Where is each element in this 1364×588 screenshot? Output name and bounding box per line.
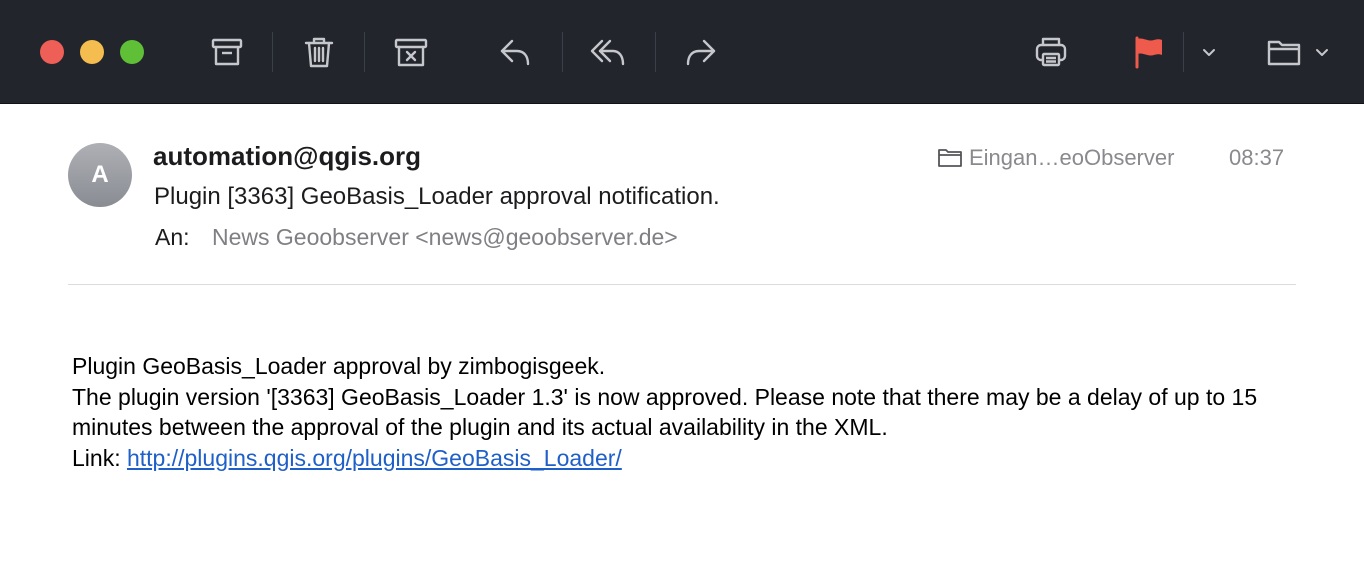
reply-all-icon	[590, 39, 625, 66]
maximize-window-button[interactable]	[120, 40, 144, 64]
print-icon	[1035, 37, 1067, 67]
header-divider	[68, 284, 1296, 285]
link-label: Link:	[72, 444, 127, 471]
toolbar-separator	[655, 32, 656, 72]
mailbox-name: Eingan…eoObserver	[969, 145, 1175, 170]
toolbar-separator	[364, 32, 365, 72]
chevron-down-icon	[1316, 49, 1328, 56]
forward-button[interactable]	[679, 30, 723, 74]
junk-button[interactable]	[389, 30, 433, 74]
reply-all-button[interactable]	[586, 30, 630, 74]
reply-button[interactable]	[493, 30, 537, 74]
flag-icon	[1135, 36, 1162, 69]
avatar-initial: A	[91, 161, 109, 188]
folder-icon	[938, 149, 962, 167]
body-paragraph: The plugin version '[3363] GeoBasis_Load…	[72, 383, 1258, 441]
toolbar-separator	[562, 32, 563, 72]
toolbar	[0, 0, 1364, 104]
avatar: A	[68, 143, 132, 207]
chevron-down-icon	[1203, 49, 1215, 56]
toolbar-separator	[272, 32, 273, 72]
folder-menu-button[interactable]	[1310, 38, 1334, 66]
recipient-label: An:	[155, 224, 190, 250]
flag-menu-button[interactable]	[1197, 38, 1221, 66]
message-body: Plugin GeoBasis_Loader approval by zimbo…	[72, 351, 1322, 473]
flag-button[interactable]	[1126, 30, 1170, 74]
close-window-button[interactable]	[40, 40, 64, 64]
link-line: Link: http://plugins.qgis.org/plugins/Ge…	[72, 443, 1322, 474]
print-button[interactable]	[1029, 30, 1073, 74]
delete-button[interactable]	[297, 30, 341, 74]
toolbar-separator	[1183, 32, 1184, 72]
archive-icon	[211, 38, 243, 66]
reply-icon	[500, 39, 530, 66]
mailbox-indicator[interactable]: Eingan…eoObserver	[937, 145, 1174, 171]
folder-icon	[1267, 40, 1301, 66]
trash-icon	[304, 37, 334, 68]
junk-icon	[394, 38, 428, 67]
sender-address[interactable]: automation@qgis.org	[153, 141, 421, 172]
message-time: 08:37	[1229, 145, 1285, 170]
recipient-address[interactable]: News Geoobserver <news@geoobserver.de>	[212, 224, 678, 251]
forward-icon	[686, 39, 716, 66]
plugin-link[interactable]: http://plugins.qgis.org/plugins/GeoBasis…	[127, 445, 622, 471]
archive-button[interactable]	[205, 30, 249, 74]
body-line: Plugin GeoBasis_Loader approval by zimbo…	[72, 353, 606, 379]
move-to-folder-button[interactable]	[1262, 30, 1306, 74]
message-subject: Plugin [3363] GeoBasis_Loader approval n…	[154, 183, 720, 210]
minimize-window-button[interactable]	[80, 40, 104, 64]
